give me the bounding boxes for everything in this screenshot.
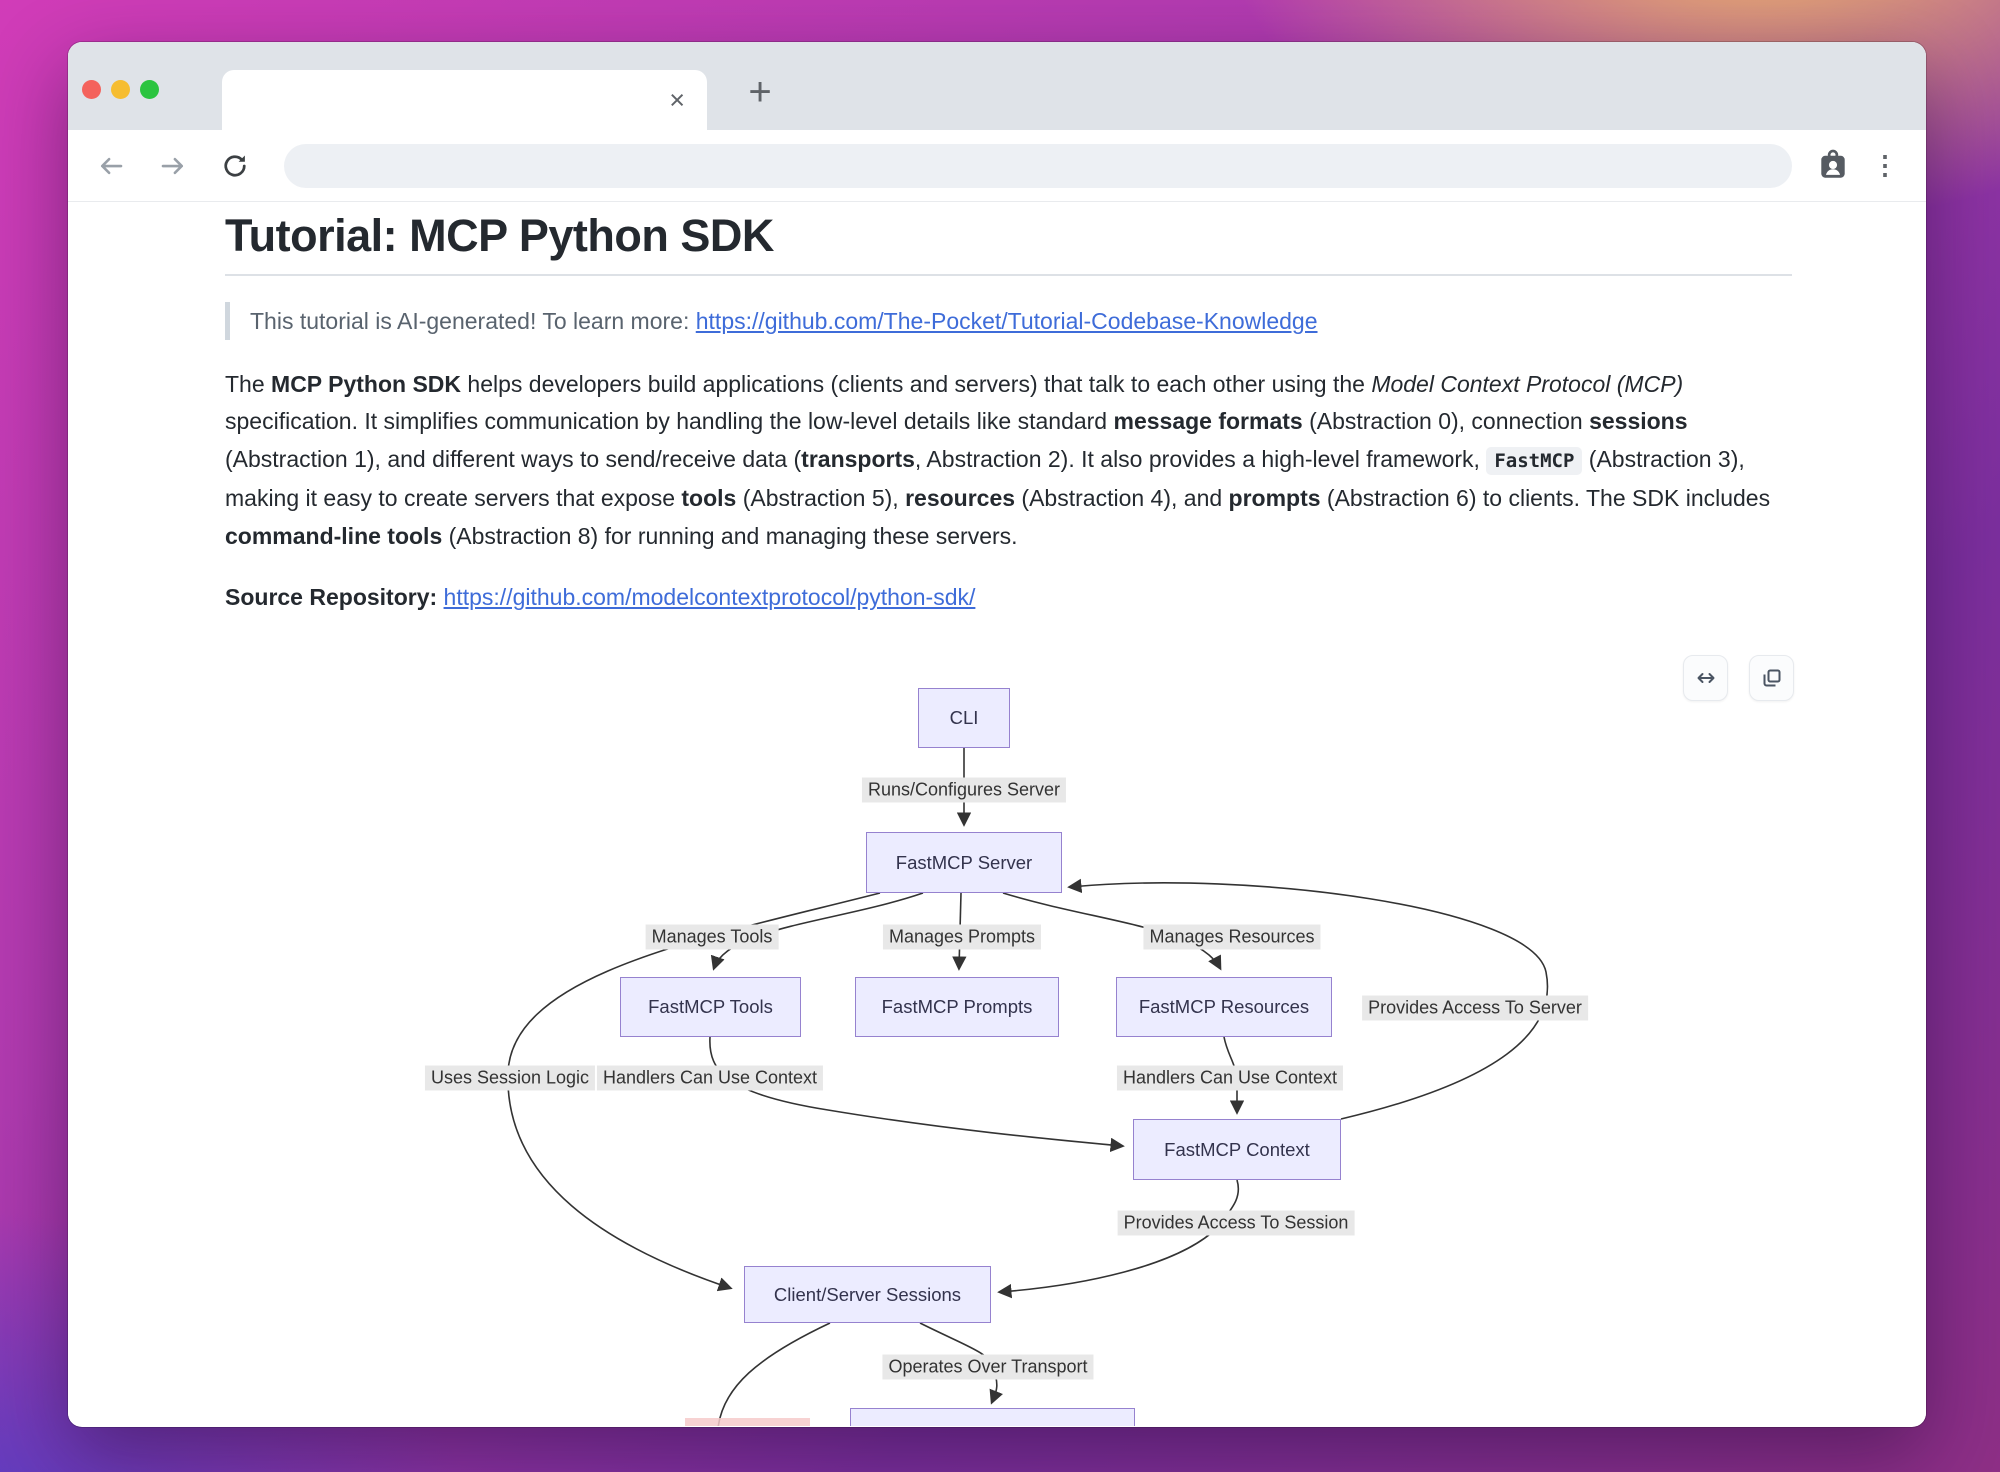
- minimize-button[interactable]: [111, 80, 130, 99]
- edge-label-manages_resources: Manages Resources: [1143, 925, 1320, 950]
- diagram-node-server: FastMCP Server: [866, 832, 1062, 893]
- edge-label-provides_session: Provides Access To Session: [1118, 1211, 1355, 1236]
- flowchart-diagram: CLI FastMCP Server FastMCP Tools FastMCP Pr…: [68, 202, 1926, 1426]
- tab-strip: × +: [68, 42, 1926, 130]
- diagram-node-cli: CLI: [918, 688, 1010, 748]
- new-tab-button[interactable]: +: [736, 68, 784, 116]
- copy-diagram-button[interactable]: [1749, 655, 1794, 701]
- forward-button[interactable]: [152, 145, 194, 187]
- browser-window: × + ⋮: [68, 42, 1926, 1427]
- edge-label-runs_configures: Runs/Configures Server: [862, 778, 1066, 803]
- profile-badge-icon: [1815, 148, 1851, 184]
- menu-button[interactable]: ⋮: [1870, 145, 1900, 187]
- page-content: Tutorial: MCP Python SDK This tutorial i…: [68, 202, 1926, 1426]
- expand-width-icon: [1694, 666, 1718, 690]
- edge-label-operates_transport: Operates Over Transport: [882, 1355, 1093, 1380]
- back-button[interactable]: [90, 145, 132, 187]
- arrow-left-icon: [96, 151, 126, 181]
- diagram-node-sessions: Client/Server Sessions: [744, 1266, 991, 1323]
- profile-button[interactable]: [1812, 145, 1854, 187]
- diagram-node-prompts: FastMCP Prompts: [855, 977, 1059, 1037]
- arrow-right-icon: [158, 151, 188, 181]
- copy-icon: [1760, 666, 1784, 690]
- clipped-edge-label: [685, 1418, 810, 1426]
- reload-button[interactable]: [214, 145, 256, 187]
- tab-close-icon[interactable]: ×: [669, 87, 685, 114]
- diagram-node-resources: FastMCP Resources: [1116, 977, 1332, 1037]
- edge-label-handlers_tools: Handlers Can Use Context: [597, 1066, 823, 1091]
- browser-toolbar: ⋮: [68, 130, 1926, 202]
- diagram-actions: [1683, 655, 1794, 701]
- window-controls: [82, 80, 159, 99]
- diagram-node-bottom_partial: [850, 1408, 1135, 1426]
- diagram-edges: [68, 202, 1926, 1426]
- diagram-node-context: FastMCP Context: [1133, 1119, 1341, 1180]
- edge-label-manages_tools: Manages Tools: [646, 925, 779, 950]
- maximize-button[interactable]: [140, 80, 159, 99]
- browser-tab[interactable]: ×: [222, 70, 707, 130]
- expand-diagram-button[interactable]: [1683, 655, 1728, 701]
- address-bar[interactable]: [284, 144, 1792, 188]
- edge-label-manages_prompts: Manages Prompts: [883, 925, 1041, 950]
- edge-label-handlers_resources: Handlers Can Use Context: [1117, 1066, 1343, 1091]
- diagram-node-tools: FastMCP Tools: [620, 977, 801, 1037]
- edge-label-uses_session: Uses Session Logic: [425, 1066, 595, 1091]
- reload-icon: [220, 151, 250, 181]
- close-button[interactable]: [82, 80, 101, 99]
- edge-label-provides_server: Provides Access To Server: [1362, 996, 1588, 1021]
